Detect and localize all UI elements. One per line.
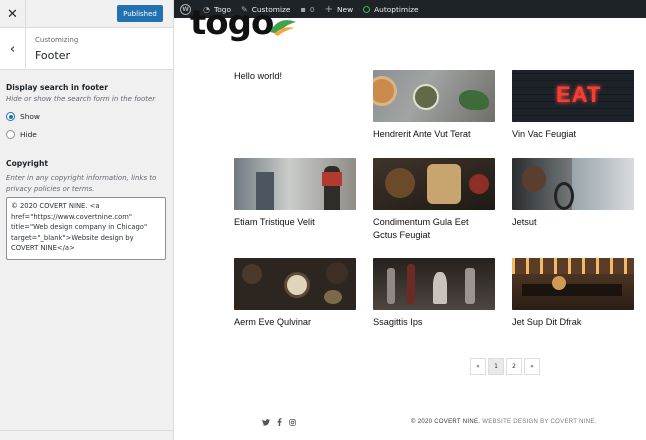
post-thumbnail[interactable] — [373, 70, 495, 122]
chevron-left-icon: ‹ — [9, 41, 16, 57]
pagination-next[interactable]: » — [524, 358, 540, 375]
facebook-icon[interactable] — [277, 418, 282, 426]
radio-hide-option[interactable]: Hide — [6, 130, 37, 139]
customizer-panel: ✕ Published ‹ Customizing Footer Display… — [0, 0, 174, 440]
post-thumbnail[interactable] — [512, 158, 634, 210]
section-kicker: Customizing — [35, 36, 79, 44]
search-control-title: Display search in footer — [6, 83, 108, 92]
section-title: Footer — [35, 49, 70, 62]
logo-leaf-icon — [270, 20, 296, 36]
admin-bar-autoptimize[interactable]: Autoptimize — [358, 0, 423, 18]
publish-button[interactable]: Published — [117, 5, 163, 22]
radio-show[interactable] — [6, 112, 15, 121]
pagination-prev[interactable]: « — [470, 358, 486, 375]
pagination: « 1 2 » — [470, 358, 542, 375]
admin-bar-new[interactable]: + New — [320, 0, 359, 18]
close-customizer-button[interactable]: ✕ — [0, 0, 26, 28]
admin-bar-comments-count: 0 — [309, 4, 315, 14]
post-card[interactable]: Aerm Eve Qulvinar — [234, 258, 356, 329]
radio-hide[interactable] — [6, 130, 15, 139]
status-dot-icon — [363, 5, 371, 13]
footer-copyright: © 2020 COVERT NINE. WEBSITE DESIGN BY CO… — [411, 419, 597, 425]
post-card[interactable]: Etiam Tristique Velit — [234, 158, 356, 229]
post-title[interactable]: Hendrerit Ante Vut Terat — [373, 128, 495, 141]
section-header: ‹ Customizing Footer — [0, 28, 173, 70]
pagination-page-2[interactable]: 2 — [506, 358, 522, 375]
comment-icon: ▪ — [300, 4, 306, 14]
post-card[interactable]: Jet Sup Dit Dfrak — [512, 258, 634, 329]
post-title[interactable]: Vin Vac Feugiat — [512, 128, 634, 141]
footer-copyright-text: © 2020 COVERT NINE. — [411, 419, 481, 425]
post-thumbnail[interactable]: EAT — [512, 70, 634, 122]
post-card[interactable]: EAT Vin Vac Feugiat — [512, 70, 634, 141]
close-icon: ✕ — [7, 6, 18, 22]
post-thumbnail[interactable] — [373, 258, 495, 310]
radio-show-option[interactable]: Show — [6, 112, 40, 121]
plus-icon: + — [324, 3, 333, 15]
post-title[interactable]: Jet Sup Dit Dfrak — [512, 316, 634, 329]
post-title[interactable]: Condimentum Gula Eet Gctus Feugiat — [373, 216, 495, 241]
admin-bar-autoptimize-label: Autoptimize — [374, 4, 419, 14]
footer-credit-link[interactable]: WEBSITE DESIGN BY COVERT NINE. — [482, 419, 596, 425]
post-title[interactable]: Aerm Eve Qulvinar — [234, 316, 356, 329]
customizer-header: ✕ Published — [0, 0, 173, 28]
site-preview: W ◔ Togo ✎ Customize ▪ 0 + New Autoptimi… — [174, 0, 646, 440]
copyright-control-description: Enter in any copyright information, link… — [6, 174, 157, 193]
post-title[interactable]: Jetsut — [512, 216, 634, 229]
pagination-page-1[interactable]: 1 — [488, 358, 504, 375]
post-thumbnail[interactable] — [373, 158, 495, 210]
instagram-icon[interactable] — [289, 418, 296, 426]
post-title[interactable]: Hello world! — [234, 70, 356, 83]
customizer-footer — [0, 430, 173, 440]
post-card[interactable]: Hello world! — [234, 70, 356, 83]
twitter-icon[interactable] — [262, 418, 270, 426]
search-control-description: Hide or show the search form in the foot… — [6, 95, 156, 103]
admin-bar-new-label: New — [337, 4, 354, 14]
post-card[interactable]: Hendrerit Ante Vut Terat — [373, 70, 495, 141]
radio-show-label: Show — [20, 112, 40, 121]
radio-hide-label: Hide — [20, 130, 37, 139]
post-card[interactable]: Ssagittis Ips — [373, 258, 495, 329]
copyright-control-title: Copyright — [6, 159, 48, 168]
post-title[interactable]: Etiam Tristique Velit — [234, 216, 356, 229]
back-button[interactable]: ‹ — [0, 28, 26, 70]
copyright-textarea[interactable]: © 2020 COVERT NINE. <a href="https://www… — [6, 197, 166, 260]
post-card[interactable]: Jetsut — [512, 158, 634, 229]
post-card[interactable]: Condimentum Gula Eet Gctus Feugiat — [373, 158, 495, 241]
post-title[interactable]: Ssagittis Ips — [373, 316, 495, 329]
site-logo[interactable]: togo — [190, 4, 273, 44]
post-thumbnail[interactable] — [512, 258, 634, 310]
admin-bar-comments[interactable]: ▪ 0 — [295, 0, 319, 18]
post-thumbnail[interactable] — [234, 258, 356, 310]
social-links — [262, 418, 296, 426]
post-thumbnail[interactable] — [234, 158, 356, 210]
